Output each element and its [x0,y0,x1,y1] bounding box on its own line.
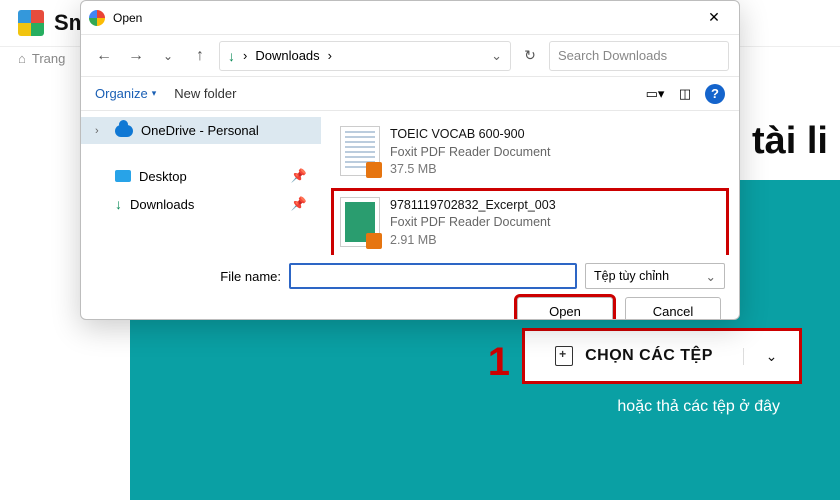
breadcrumb[interactable]: Trang [32,51,65,66]
page-title: tài li [752,120,828,163]
path-bar[interactable]: ↓ › Downloads › ⌄ [219,41,511,71]
organize-menu[interactable]: Organize ▾ [95,86,156,101]
search-placeholder: Search Downloads [558,48,667,63]
file-name: TOEIC VOCAB 600-900 [390,126,550,144]
search-input[interactable]: Search Downloads [549,41,729,71]
drop-hint-text: hoặc thả các tệp ở đây [617,398,780,416]
refresh-button[interactable]: ↻ [517,43,543,69]
pin-icon[interactable]: 📌 [291,196,307,212]
choose-files-label: CHỌN CÁC TỆP [585,347,713,365]
open-button[interactable]: Open [517,297,613,320]
caret-down-icon: ▾ [152,88,157,99]
desktop-icon [115,170,131,182]
sidebar-item-label: Downloads [130,197,194,212]
filename-label: File name: [81,269,281,284]
file-name: 9781119702832_Excerpt_003 [390,197,556,215]
chevron-down-icon: ⌄ [706,269,716,284]
cancel-button[interactable]: Cancel [625,297,721,320]
dialog-title: Open [113,11,689,25]
file-plus-icon [555,346,573,366]
path-location: Downloads [255,48,319,63]
choose-files-dropdown[interactable]: ⌄ [743,348,799,365]
file-type-filter[interactable]: Tệp tùy chỉnh⌄ [585,263,725,289]
help-button[interactable]: ? [705,84,725,104]
file-item[interactable]: TOEIC VOCAB 600-900 Foxit PDF Reader Doc… [331,117,729,188]
file-item-highlighted[interactable]: 9781119702832_Excerpt_003 Foxit PDF Read… [331,188,729,256]
nav-up-button[interactable]: ↑ [187,43,213,69]
file-size: 37.5 MB [390,161,550,179]
sidebar-item-label: OneDrive - Personal [141,123,259,138]
file-thumbnail [340,197,380,247]
cloud-icon [115,125,133,137]
home-icon[interactable]: ⌂ [18,51,26,66]
file-thumbnail [340,126,380,176]
file-type: Foxit PDF Reader Document [390,144,550,162]
filename-input[interactable] [289,263,577,289]
app-logo [18,10,44,36]
preview-pane-button[interactable]: ◫ [675,85,695,103]
file-type: Foxit PDF Reader Document [390,214,556,232]
choose-files-button[interactable]: CHỌN CÁC TỆP ⌄ [522,328,802,384]
chevron-down-icon: ⌄ [766,348,778,365]
nav-back-button[interactable]: ← [91,43,117,69]
nav-forward-button[interactable]: → [123,43,149,69]
path-drop-icon[interactable]: ⌄ [491,48,502,64]
chrome-icon [89,10,105,26]
annotation-1: 1 [488,340,510,385]
new-folder-button[interactable]: New folder [174,86,236,101]
sidebar-item-desktop[interactable]: Desktop 📌 [81,162,321,190]
expand-icon[interactable]: › [95,125,107,137]
pin-icon[interactable]: 📌 [291,168,307,184]
path-caret2: › [328,48,332,63]
download-arrow-icon: ↓ [228,48,235,64]
nav-history-button[interactable]: ⌄ [155,43,181,69]
sidebar-item-onedrive[interactable]: › OneDrive - Personal [81,117,321,144]
sidebar: › OneDrive - Personal Desktop 📌 ↓ Downlo… [81,111,321,255]
path-caret: › [243,48,247,63]
download-icon: ↓ [115,196,122,212]
sidebar-item-downloads[interactable]: ↓ Downloads 📌 [81,190,321,218]
sidebar-item-label: Desktop [139,169,187,184]
close-button[interactable]: ✕ [697,9,731,26]
file-open-dialog: Open ✕ ← → ⌄ ↑ ↓ › Downloads › ⌄ ↻ Searc… [80,0,740,320]
file-size: 2.91 MB [390,232,556,250]
view-mode-button[interactable]: ▭▾ [645,85,665,103]
